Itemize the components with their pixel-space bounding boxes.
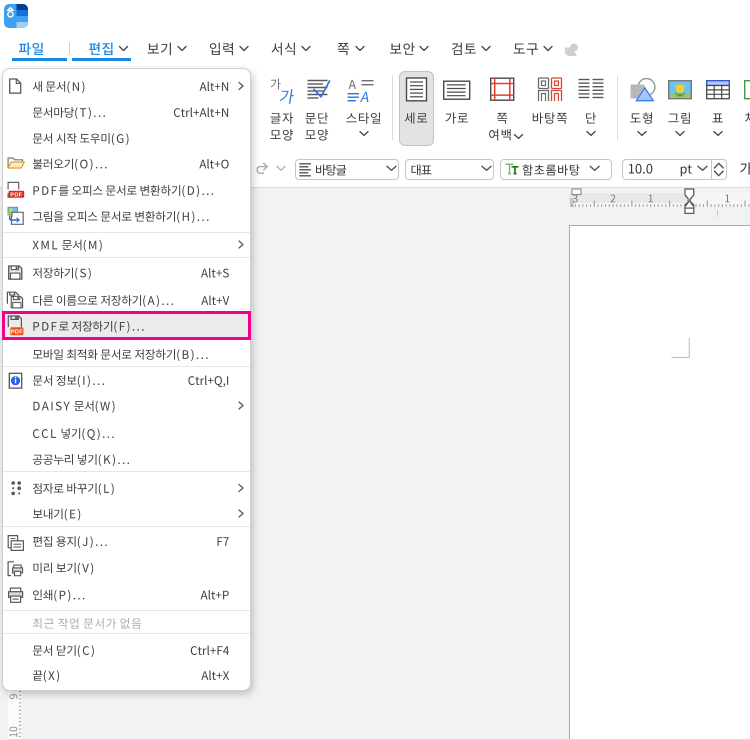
svg-text:PDF: PDF	[10, 193, 23, 199]
svg-text:PDF: PDF	[11, 330, 23, 336]
